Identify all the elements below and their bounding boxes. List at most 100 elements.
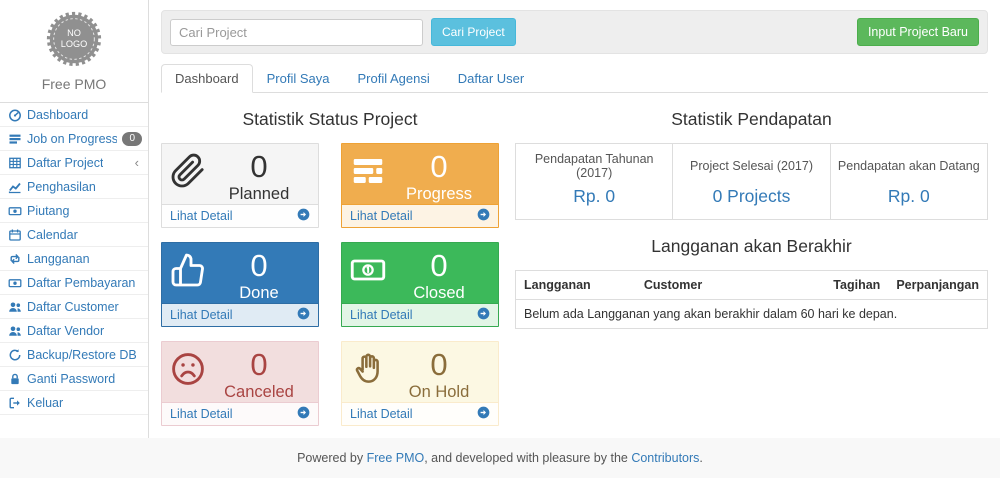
footer-text: , and developed with pleasure by the: [424, 451, 631, 465]
sign-out-icon: [8, 396, 22, 410]
chevron-left-icon: ‹: [135, 158, 142, 168]
page-footer: Powered by Free PMO, and developed with …: [0, 438, 1000, 465]
income-section-title: Statistik Pendapatan: [515, 109, 988, 130]
sidebar-item-label: Calendar: [27, 228, 78, 242]
lihat-detail-link[interactable]: Lihat Detail: [170, 209, 233, 223]
contributors-link[interactable]: Contributors: [631, 451, 699, 465]
card-progress: 0 Progress Lihat Detail: [341, 143, 499, 228]
sidebar-item-label: Keluar: [27, 396, 63, 410]
sidebar-item-daftar-project[interactable]: Daftar Project ‹: [0, 151, 148, 175]
card-count: 0: [208, 249, 310, 283]
card-count: 0: [208, 348, 310, 382]
lihat-detail-link[interactable]: Lihat Detail: [350, 407, 413, 421]
sidebar-item-label: Backup/Restore DB: [27, 348, 137, 362]
retweet-icon: [8, 252, 22, 266]
subscription-section-title: Langganan akan Berakhir: [515, 236, 988, 257]
logo-text-line1: NO: [67, 28, 81, 38]
calendar-icon: [8, 228, 22, 242]
sidebar-item-backup-restore-db[interactable]: Backup/Restore DB: [0, 343, 148, 367]
sidebar-item-label: Daftar Project: [27, 156, 103, 170]
free-pmo-link[interactable]: Free PMO: [367, 451, 425, 465]
table-icon: [8, 156, 22, 170]
lihat-detail-footer[interactable]: Lihat Detail: [342, 204, 498, 227]
search-input[interactable]: [170, 19, 423, 46]
lihat-detail-footer[interactable]: Lihat Detail: [162, 204, 318, 227]
sidebar-item-label: Daftar Pembayaran: [27, 276, 135, 290]
tab-profil-agensi[interactable]: Profil Agensi: [343, 64, 443, 93]
tab-profil-saya[interactable]: Profil Saya: [253, 64, 344, 93]
paperclip-icon: [170, 153, 206, 194]
subscription-col-header: Tagihan: [822, 271, 888, 300]
sidebar: NO LOGO Free PMO Dashboard Job on Progre…: [0, 0, 149, 438]
lihat-detail-footer[interactable]: Lihat Detail: [162, 303, 318, 326]
sidebar-item-penghasilan[interactable]: Penghasilan: [0, 175, 148, 199]
tab-daftar-user[interactable]: Daftar User: [444, 64, 538, 93]
list-icon: [8, 132, 22, 146]
card-label: Canceled: [208, 382, 310, 402]
sidebar-item-piutang[interactable]: Piutang: [0, 199, 148, 223]
brand-name: Free PMO: [0, 76, 148, 92]
card-count: 0: [388, 348, 490, 382]
subscription-col-header: Perpanjangan: [888, 271, 987, 300]
tasks-icon: [350, 153, 386, 194]
no-logo-badge: NO LOGO: [43, 8, 105, 70]
income-col-header: Pendapatan Tahunan (2017): [516, 144, 673, 183]
income-col-header: Project Selesai (2017): [673, 144, 830, 183]
sidebar-item-langganan[interactable]: Langganan: [0, 247, 148, 271]
card-on-hold: 0 On Hold Lihat Detail: [341, 341, 499, 426]
card-planned: 0 Planned Lihat Detail: [161, 143, 319, 228]
footer-text: Powered by: [297, 451, 366, 465]
lihat-detail-footer[interactable]: Lihat Detail: [162, 402, 318, 425]
status-section-title: Statistik Status Project: [161, 109, 499, 130]
arrow-circle-right-icon: [297, 406, 310, 422]
sidebar-item-daftar-vendor[interactable]: Daftar Vendor: [0, 319, 148, 343]
users-icon: [8, 300, 22, 314]
app-window: NO LOGO Free PMO Dashboard Job on Progre…: [0, 0, 1000, 438]
search-button[interactable]: Cari Project: [431, 18, 516, 46]
sidebar-item-dashboard[interactable]: Dashboard: [0, 103, 148, 127]
card-done: 0 Done Lihat Detail: [161, 242, 319, 327]
card-count: 0: [388, 249, 490, 283]
top-toolbar: Cari Project Input Project Baru: [161, 10, 988, 54]
hand-icon: [350, 351, 386, 392]
input-project-baru-button[interactable]: Input Project Baru: [857, 18, 979, 46]
card-label: On Hold: [388, 382, 490, 402]
sidebar-item-label: Daftar Customer: [27, 300, 119, 314]
income-value: Rp. 0: [516, 182, 673, 220]
lihat-detail-link[interactable]: Lihat Detail: [350, 209, 413, 223]
arrow-circle-right-icon: [477, 406, 490, 422]
subscription-empty-message: Belum ada Langganan yang akan berakhir d…: [516, 300, 988, 329]
sidebar-item-daftar-pembayaran[interactable]: Daftar Pembayaran: [0, 271, 148, 295]
card-closed: 0 Closed Lihat Detail: [341, 242, 499, 327]
lock-icon: [8, 372, 22, 386]
subscription-col-header: Customer: [636, 271, 823, 300]
card-label: Closed: [388, 283, 490, 303]
thumbs-up-icon: [170, 252, 206, 293]
money-icon: [8, 276, 22, 290]
sidebar-item-label: Daftar Vendor: [27, 324, 104, 338]
lihat-detail-link[interactable]: Lihat Detail: [350, 308, 413, 322]
sidebar-item-job-on-progress[interactable]: Job on Progress 0: [0, 127, 148, 151]
sidebar-item-label: Job on Progress: [27, 132, 117, 146]
sidebar-item-label: Piutang: [27, 204, 69, 218]
tab-dashboard[interactable]: Dashboard: [161, 64, 253, 93]
lihat-detail-footer[interactable]: Lihat Detail: [342, 402, 498, 425]
subscription-col-header: Langganan: [516, 271, 636, 300]
frown-icon: [170, 351, 206, 392]
card-count: 0: [388, 150, 490, 184]
card-label: Planned: [208, 184, 310, 204]
income-section: Statistik Pendapatan Pendapatan Tahunan …: [515, 103, 988, 426]
arrow-circle-right-icon: [477, 307, 490, 323]
sidebar-item-ganti-password[interactable]: Ganti Password: [0, 367, 148, 391]
refresh-icon: [8, 348, 22, 362]
income-table: Pendapatan Tahunan (2017) Project Selesa…: [515, 143, 988, 220]
lihat-detail-link[interactable]: Lihat Detail: [170, 407, 233, 421]
tachometer-icon: [8, 108, 22, 122]
sidebar-item-daftar-customer[interactable]: Daftar Customer: [0, 295, 148, 319]
money-icon: [8, 204, 22, 218]
sidebar-item-keluar[interactable]: Keluar: [0, 391, 148, 415]
lihat-detail-footer[interactable]: Lihat Detail: [342, 303, 498, 326]
lihat-detail-link[interactable]: Lihat Detail: [170, 308, 233, 322]
main-content: Cari Project Input Project Baru Dashboar…: [149, 0, 1000, 438]
sidebar-item-calendar[interactable]: Calendar: [0, 223, 148, 247]
